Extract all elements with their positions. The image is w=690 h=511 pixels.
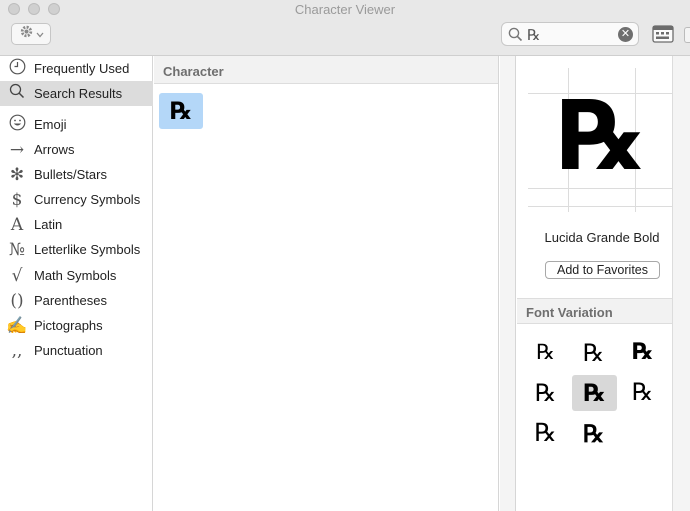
sidebar-item-label: Arrows <box>34 142 75 157</box>
sidebar-item-currency-symbols[interactable]: $ Currency Symbols <box>0 187 153 212</box>
glyph-preview: ℞ <box>528 68 675 212</box>
chevron-down-icon <box>36 25 44 43</box>
results-scroll-gutter <box>500 56 516 511</box>
sidebar-item-label: Letterlike Symbols <box>34 242 141 257</box>
sidebar-item-latin[interactable]: A Latin <box>0 212 153 237</box>
clock-icon <box>0 58 34 80</box>
pictograph-icon: ✍ <box>6 315 28 336</box>
search-input[interactable] <box>527 25 611 44</box>
font-variation-cell[interactable]: ℞ <box>571 416 616 452</box>
font-variation-cell[interactable]: ℞ <box>523 375 568 411</box>
category-sidebar: Frequently Used Search Results Emoji → A… <box>0 56 153 511</box>
character-column-header: Character <box>154 56 498 84</box>
glyph-guide-line <box>528 206 675 207</box>
search-icon <box>0 83 34 104</box>
clear-icon[interactable]: ✕ <box>618 27 633 42</box>
sidebar-item-bullets-stars[interactable]: ✻ Bullets/Stars <box>0 162 153 187</box>
arrow-icon: → <box>9 139 25 160</box>
square-root-icon: √ <box>11 265 23 286</box>
add-to-favorites-button[interactable]: Add to Favorites <box>545 261 660 279</box>
toolbar-overflow-button[interactable] <box>684 27 690 43</box>
font-variation-cell-selected[interactable]: ℞ <box>572 375 617 411</box>
sidebar-item-label: Latin <box>34 217 63 232</box>
font-variation-cell[interactable]: ℞ <box>620 375 665 411</box>
character-detail-panel: ℞ Lucida Grande Bold Add to Favorites Fo… <box>517 56 690 511</box>
window-title: Character Viewer <box>294 2 396 17</box>
sidebar-item-label: Frequently Used <box>34 61 130 76</box>
sidebar-item-punctuation[interactable]: ,, Punctuation <box>0 338 153 363</box>
sidebar-item-letterlike-symbols[interactable]: № Letterlike Symbols <box>0 237 153 262</box>
dollar-icon: $ <box>11 189 23 210</box>
sidebar-item-label: Parentheses <box>34 293 107 308</box>
numero-icon: № <box>8 239 26 260</box>
sidebar-item-frequently-used[interactable]: Frequently Used <box>0 56 153 81</box>
font-variation-cell[interactable]: ℞ <box>571 336 616 372</box>
sidebar-item-parentheses[interactable]: () Parentheses <box>0 288 153 313</box>
sidebar-item-label: Pictographs <box>34 318 103 333</box>
glyph-preview-character: ℞ <box>558 80 645 192</box>
font-variation-cell[interactable]: ℞ <box>620 334 665 370</box>
gear-icon <box>19 24 34 44</box>
parentheses-icon: () <box>10 290 24 311</box>
smiley-icon <box>0 114 34 136</box>
search-icon <box>508 27 523 47</box>
character-results-panel: Character ℞ <box>154 56 499 511</box>
character-cell[interactable]: ℞ <box>159 93 203 129</box>
font-variation-cell[interactable]: ℞ <box>523 334 568 370</box>
detail-scroll-gutter <box>672 56 690 511</box>
keyboard-viewer-icon[interactable] <box>652 24 674 44</box>
sidebar-item-label: Punctuation <box>34 343 103 358</box>
title-bar: Character Viewer ✕ <box>0 0 690 56</box>
sidebar-item-pictographs[interactable]: ✍ Pictographs <box>0 313 153 338</box>
sidebar-item-label: Math Symbols <box>34 268 117 283</box>
asterisk-icon: ✻ <box>9 164 25 185</box>
latin-a-icon: A <box>10 214 24 235</box>
sidebar-item-label: Emoji <box>34 117 67 132</box>
punctuation-icon: ,, <box>11 340 23 361</box>
font-name-label: Lucida Grande Bold <box>544 230 660 245</box>
font-variation-header: Font Variation <box>517 298 672 324</box>
sidebar-item-search-results[interactable]: Search Results <box>0 81 153 106</box>
search-field[interactable]: ✕ <box>501 22 639 46</box>
sidebar-item-emoji[interactable]: Emoji <box>0 112 153 137</box>
sidebar-item-math-symbols[interactable]: √ Math Symbols <box>0 263 153 288</box>
sidebar-item-arrows[interactable]: → Arrows <box>0 137 153 162</box>
sidebar-item-label: Currency Symbols <box>34 192 141 207</box>
font-variation-cell[interactable]: ℞ <box>523 416 568 452</box>
sidebar-item-label: Bullets/Stars <box>34 167 107 182</box>
sidebar-item-label: Search Results <box>34 86 123 101</box>
action-menu-button[interactable] <box>11 23 51 45</box>
